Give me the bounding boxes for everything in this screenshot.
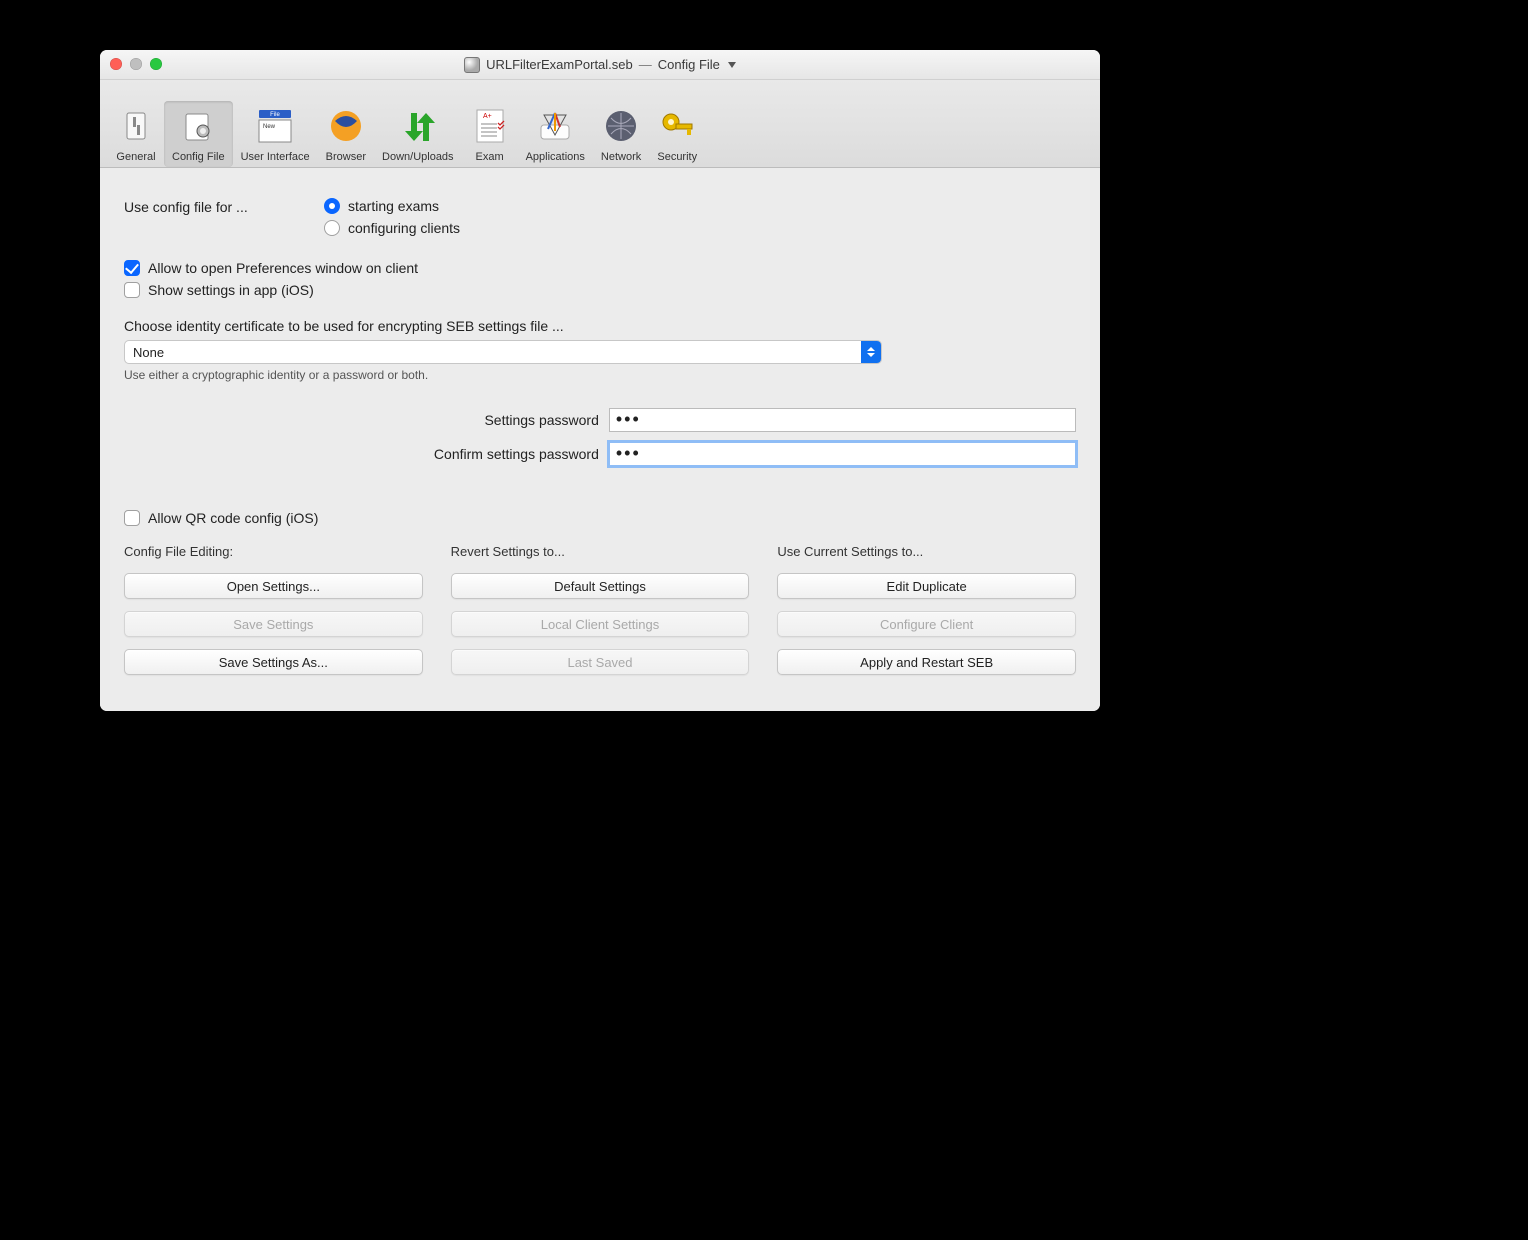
confirm-password-label: Confirm settings password (124, 446, 599, 462)
exam-icon: A+ (471, 107, 509, 145)
tab-down-uploads[interactable]: Down/Uploads (374, 101, 462, 167)
tab-general[interactable]: General (108, 101, 164, 167)
confirm-password-field[interactable]: ••• (609, 442, 1076, 466)
config-file-icon (179, 107, 217, 145)
settings-password-field[interactable]: ••• (609, 408, 1076, 432)
edit-duplicate-button[interactable]: Edit Duplicate (777, 573, 1076, 599)
tab-label: Down/Uploads (382, 151, 454, 163)
tab-label: User Interface (241, 151, 310, 163)
popup-arrows-icon (861, 341, 881, 363)
tab-label: Security (657, 151, 697, 163)
title-separator: — (639, 57, 652, 72)
title-dropdown-icon[interactable] (728, 62, 736, 68)
applications-icon (536, 107, 574, 145)
network-icon (602, 107, 640, 145)
svg-text:A+: A+ (483, 113, 492, 120)
cert-label: Choose identity certificate to be used f… (124, 318, 1076, 334)
tab-label: Config File (172, 151, 225, 163)
col-header-use: Use Current Settings to... (777, 544, 1076, 559)
checkbox-allow-qr-label: Allow QR code config (iOS) (148, 510, 318, 526)
configure-client-button[interactable]: Configure Client (777, 611, 1076, 637)
radio-configuring-clients[interactable] (324, 220, 340, 236)
toolbar: General Config File File New User Interfa… (100, 80, 1100, 168)
settings-password-label: Settings password (124, 412, 599, 428)
cert-popup[interactable]: None (124, 340, 882, 364)
tab-label: Browser (326, 151, 366, 163)
tab-user-interface[interactable]: File New User Interface (233, 101, 318, 167)
default-settings-button[interactable]: Default Settings (451, 573, 750, 599)
tab-label: General (116, 151, 155, 163)
apply-restart-button[interactable]: Apply and Restart SEB (777, 649, 1076, 675)
cert-popup-value: None (125, 345, 861, 360)
use-config-label: Use config file for ... (124, 198, 324, 215)
checkbox-show-ios[interactable] (124, 282, 140, 298)
col-header-revert: Revert Settings to... (451, 544, 750, 559)
checkbox-allow-preferences-label: Allow to open Preferences window on clie… (148, 260, 418, 276)
preferences-window: URLFilterExamPortal.seb — Config File Ge… (100, 50, 1100, 711)
general-icon (117, 107, 155, 145)
window-title-document: URLFilterExamPortal.seb (486, 57, 633, 72)
checkbox-allow-qr[interactable] (124, 510, 140, 526)
down-uploads-icon (399, 107, 437, 145)
tab-config-file[interactable]: Config File (164, 101, 233, 167)
document-icon (464, 57, 480, 73)
tab-label: Applications (526, 151, 585, 163)
tab-security[interactable]: Security (649, 101, 705, 167)
titlebar: URLFilterExamPortal.seb — Config File (100, 50, 1100, 80)
svg-text:New: New (263, 124, 276, 130)
col-header-editing: Config File Editing: (124, 544, 423, 559)
tab-label: Network (601, 151, 641, 163)
svg-text:File: File (270, 112, 280, 118)
open-settings-button[interactable]: Open Settings... (124, 573, 423, 599)
checkbox-show-ios-label: Show settings in app (iOS) (148, 282, 314, 298)
content-pane: Use config file for ... starting exams c… (100, 168, 1100, 711)
user-interface-icon: File New (256, 107, 294, 145)
cert-hint: Use either a cryptographic identity or a… (124, 368, 1076, 382)
browser-icon (327, 107, 365, 145)
tab-exam[interactable]: A+ Exam (462, 101, 518, 167)
checkbox-allow-preferences[interactable] (124, 260, 140, 276)
radio-starting-exams[interactable] (324, 198, 340, 214)
last-saved-button[interactable]: Last Saved (451, 649, 750, 675)
tab-label: Exam (476, 151, 504, 163)
tab-network[interactable]: Network (593, 101, 649, 167)
tab-applications[interactable]: Applications (518, 101, 593, 167)
radio-configuring-clients-label: configuring clients (348, 220, 460, 236)
security-icon (658, 107, 696, 145)
radio-starting-exams-label: starting exams (348, 198, 439, 214)
window-title-section: Config File (658, 57, 720, 72)
save-settings-as-button[interactable]: Save Settings As... (124, 649, 423, 675)
tab-browser[interactable]: Browser (318, 101, 374, 167)
save-settings-button[interactable]: Save Settings (124, 611, 423, 637)
local-client-settings-button[interactable]: Local Client Settings (451, 611, 750, 637)
